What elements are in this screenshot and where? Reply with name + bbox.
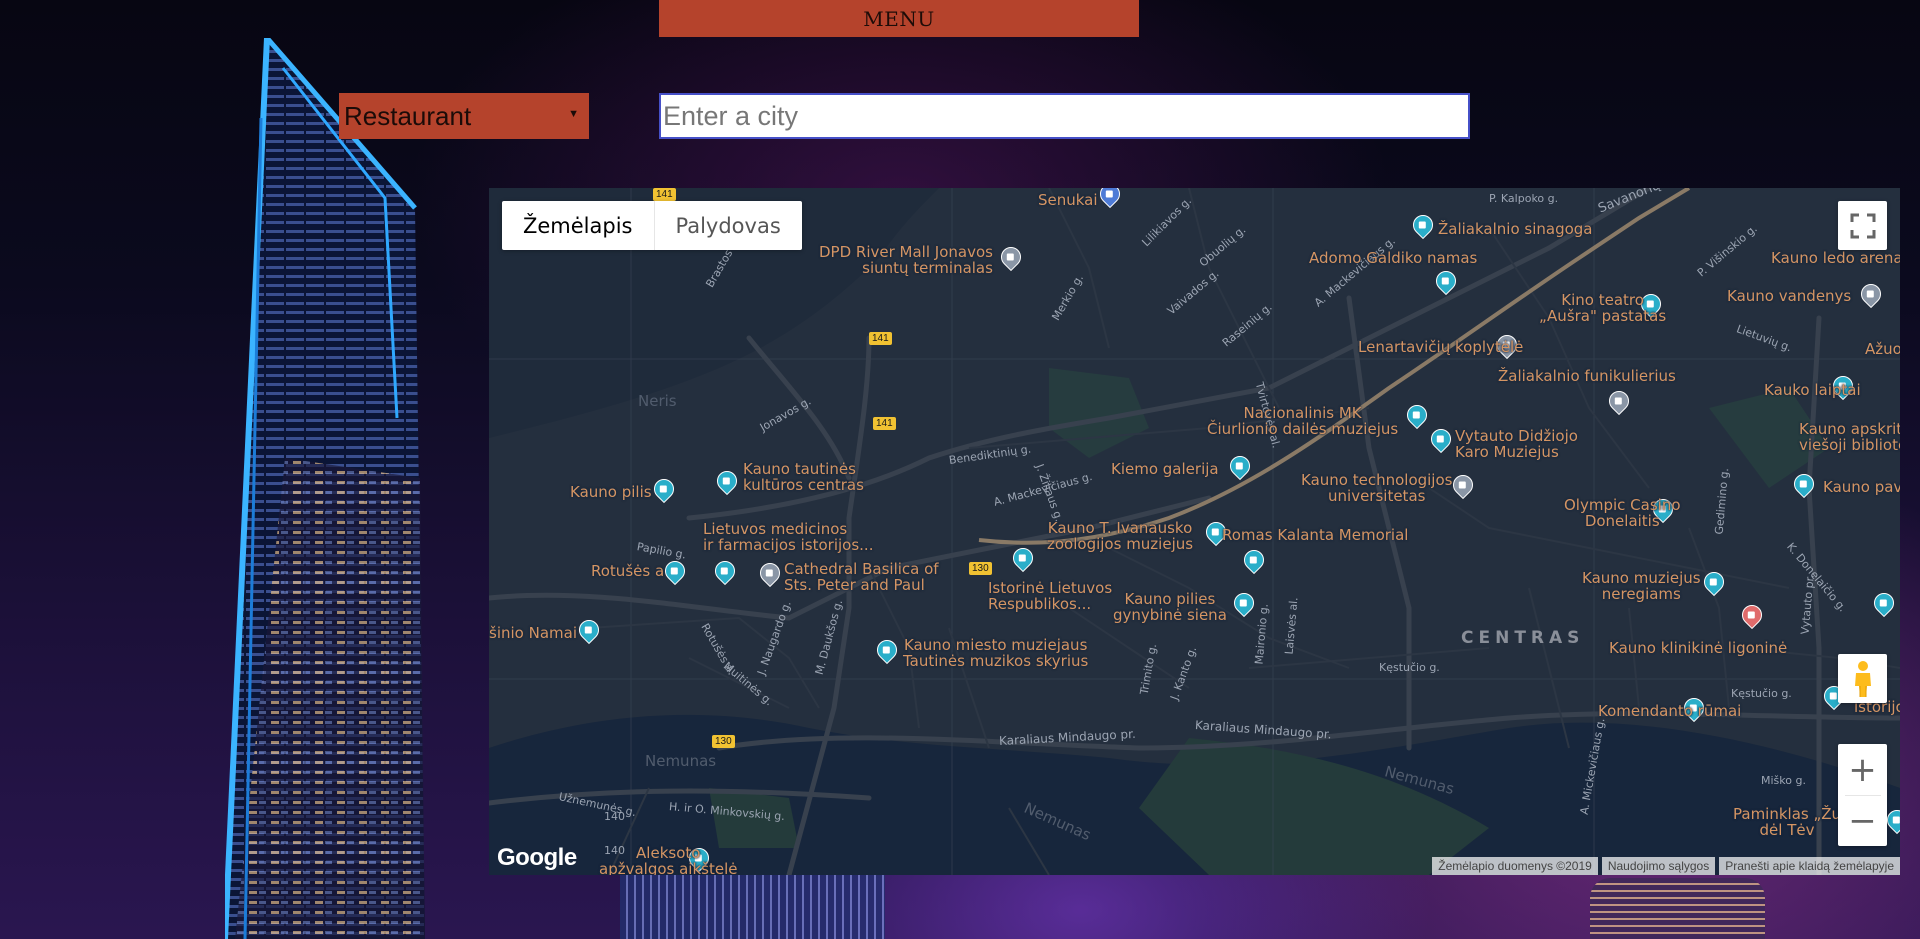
report-error-link[interactable]: Pranešti apie klaidą žemėlapyje bbox=[1719, 857, 1900, 875]
poi-label[interactable]: Vytauto Didžiojo Karo Muziejus bbox=[1455, 428, 1578, 460]
building-background bbox=[1590, 878, 1765, 939]
street-label: Miško g. bbox=[1761, 774, 1806, 787]
category-select[interactable]: Restaurant ▼ bbox=[339, 93, 589, 139]
fullscreen-button[interactable] bbox=[1838, 201, 1887, 250]
poi-label[interactable]: Lietuvos medicinos ir farmacijos istorij… bbox=[703, 521, 873, 553]
poi-label[interactable]: Kauno T. Ivanausko zoologijos muziejus bbox=[1047, 520, 1193, 552]
poi-label[interactable]: Ažuolyn bbox=[1865, 341, 1900, 357]
poi-label[interactable]: Kauno paveiks bbox=[1823, 479, 1900, 495]
category-select-value: Restaurant bbox=[344, 100, 472, 131]
poi-label[interactable]: Kauno ledo arena bbox=[1771, 250, 1900, 266]
zoom-in-button[interactable]: + bbox=[1838, 745, 1887, 795]
poi-label[interactable]: Kauno apskriti viešoji bibliote bbox=[1799, 421, 1900, 453]
poi-label[interactable]: Kauno pilis bbox=[570, 484, 652, 500]
poi-label[interactable]: Komendanto rūmai bbox=[1598, 703, 1741, 719]
district-label: CENTRAS bbox=[1461, 628, 1585, 648]
poi-label[interactable]: Kiemo galerija bbox=[1111, 461, 1219, 477]
road-number: 141 bbox=[873, 417, 896, 430]
poi-label[interactable]: Rotušės a bbox=[591, 563, 664, 579]
river-label: Neris bbox=[638, 392, 677, 410]
map-type-roadmap-button[interactable]: Žemėlapis bbox=[502, 201, 655, 250]
poi-label[interactable]: Istorinė Lietuvos Respublikos... bbox=[988, 580, 1112, 612]
street-label: Kęstučio g. bbox=[1379, 661, 1440, 674]
google-map[interactable]: 141 141 141 130 130 140 140 Neris Nemuna… bbox=[489, 188, 1900, 875]
street-view-pegman-button[interactable] bbox=[1838, 654, 1887, 703]
poi-label[interactable]: šinio Namai bbox=[489, 625, 577, 641]
poi-label[interactable]: Kauko laiptai bbox=[1764, 382, 1861, 398]
poi-label[interactable]: Kauno pilies gynybinė siena bbox=[1113, 591, 1227, 623]
poi-label[interactable]: Kauno technologijos universitetas bbox=[1301, 472, 1452, 504]
road-number: 130 bbox=[712, 735, 735, 748]
poi-label[interactable]: Žaliakalnio sinagoga bbox=[1438, 221, 1593, 237]
poi-label[interactable]: Kauno klinikinė ligoninė bbox=[1609, 640, 1787, 656]
terms-link[interactable]: Naudojimo sąlygos bbox=[1601, 857, 1716, 875]
poi-label[interactable]: Cathedral Basilica of Sts. Peter and Pau… bbox=[784, 561, 939, 593]
river-label: Nemunas bbox=[645, 752, 717, 770]
poi-label[interactable]: Kino teatro „Aušra" pastatas bbox=[1539, 292, 1666, 324]
poi-label[interactable]: Nacionalinis MK Čiurlionio dailės muziej… bbox=[1207, 405, 1398, 437]
poi-label[interactable]: Aleksoto apžvalgos aikštelė bbox=[599, 845, 737, 875]
skyscraper-background bbox=[225, 38, 425, 939]
map-type-satellite-button[interactable]: Palydovas bbox=[655, 201, 802, 250]
google-logo[interactable]: Google bbox=[497, 844, 577, 872]
map-data-credit: Žemėlapio duomenys ©2019 bbox=[1432, 857, 1598, 875]
menu-button[interactable]: MENU bbox=[659, 0, 1139, 37]
poi-label[interactable]: Kauno vandenys bbox=[1727, 288, 1851, 304]
fullscreen-icon bbox=[1850, 213, 1875, 238]
zoom-out-button[interactable]: − bbox=[1838, 796, 1887, 846]
city-search-input[interactable] bbox=[659, 93, 1470, 139]
poi-label[interactable]: Paminklas „Žu dėl Tėv bbox=[1733, 806, 1841, 838]
poi-label[interactable]: Senukai bbox=[1038, 192, 1098, 208]
map-attribution: Žemėlapio duomenys ©2019 Naudojimo sąlyg… bbox=[1428, 857, 1900, 875]
poi-label[interactable]: Žaliakalnio funikulierius bbox=[1498, 368, 1676, 384]
poi-label[interactable]: Lenartavičių koplytėlė bbox=[1358, 339, 1523, 355]
road-number: 130 bbox=[969, 562, 992, 575]
poi-label[interactable]: Adomo Galdiko namas bbox=[1309, 250, 1477, 266]
pegman-icon bbox=[1854, 660, 1871, 697]
street-label: P. Kalpoko g. bbox=[1489, 192, 1559, 205]
zoom-control: + − bbox=[1838, 744, 1887, 846]
poi-label[interactable]: Kauno miesto muziejaus Tautinės muzikos … bbox=[903, 637, 1088, 669]
map-type-control: Žemėlapis Palydovas bbox=[502, 201, 802, 250]
poi-label[interactable]: DPD River Mall Jonavos siuntų terminalas bbox=[819, 244, 993, 276]
poi-label[interactable]: Kauno tautinės kultūros centras bbox=[743, 461, 864, 493]
poi-label[interactable]: Kauno muziejus neregiams bbox=[1582, 570, 1701, 602]
chevron-down-icon: ▼ bbox=[568, 108, 579, 120]
poi-label[interactable]: Romas Kalanta Memorial bbox=[1222, 527, 1408, 543]
road-number: 141 bbox=[653, 188, 676, 201]
street-label: Kęstučio g. bbox=[1731, 687, 1792, 700]
road-number: 141 bbox=[869, 332, 892, 345]
poi-label[interactable]: Olympic Casino Donelaitis bbox=[1564, 497, 1681, 529]
building-background bbox=[620, 874, 885, 939]
